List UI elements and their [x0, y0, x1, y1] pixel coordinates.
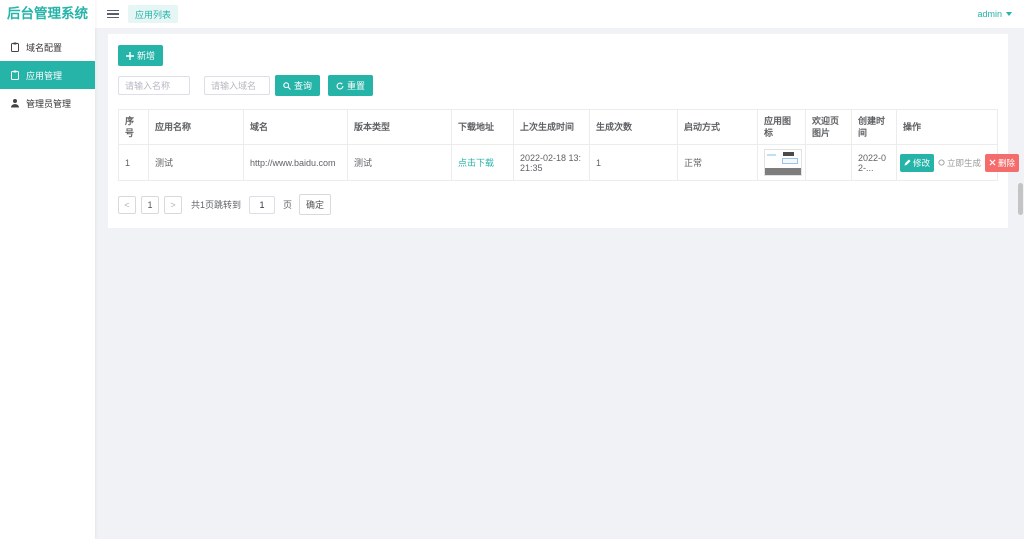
username-label: admin	[977, 9, 1002, 19]
cell-actions: 修改 立即生成	[897, 145, 998, 181]
clipboard-icon	[10, 42, 20, 52]
sidebar-menu: 域名配置 应用管理 管理员管理	[0, 28, 95, 117]
reset-button[interactable]: 重置	[328, 75, 373, 96]
sidebar-item-domain-config[interactable]: 域名配置	[0, 33, 95, 61]
sidebar-item-app-management[interactable]: 应用管理	[0, 61, 95, 89]
col-app-icon: 应用图标	[758, 110, 806, 145]
pagination: < 1 > 共1页跳转到 页 确定	[118, 194, 998, 215]
refresh-icon	[336, 82, 344, 90]
cell-generate-count: 1	[590, 145, 678, 181]
cell-app-icon	[758, 145, 806, 181]
x-icon	[989, 159, 996, 166]
col-version-type: 版本类型	[348, 110, 452, 145]
prev-page-button[interactable]: <	[118, 196, 136, 214]
add-row: 新增	[118, 45, 998, 66]
add-button-label: 新增	[137, 49, 155, 62]
cell-version-type: 测试	[348, 145, 452, 181]
scrollbar-thumb[interactable]	[1018, 183, 1023, 215]
col-app-name: 应用名称	[149, 110, 244, 145]
col-domain: 域名	[244, 110, 348, 145]
reset-button-label: 重置	[347, 79, 365, 92]
vertical-scrollbar[interactable]	[1018, 28, 1023, 539]
generate-now-button[interactable]: 立即生成	[937, 154, 982, 172]
sidebar-item-label: 域名配置	[26, 41, 62, 54]
search-button[interactable]: 查询	[275, 75, 320, 96]
app-icon-thumbnail[interactable]	[764, 149, 802, 176]
col-welcome-image: 欢迎页图片	[806, 110, 852, 145]
cell-created: 2022-02-...	[852, 145, 897, 181]
cell-app-name: 测试	[149, 145, 244, 181]
col-index: 序号	[119, 110, 149, 145]
add-button[interactable]: 新增	[118, 45, 163, 66]
page-total-label: 共1页跳转到	[191, 198, 241, 211]
search-row: 查询 重置	[118, 75, 998, 96]
user-icon	[10, 98, 20, 108]
sidebar-item-label: 管理员管理	[26, 97, 71, 110]
generate-now-label: 立即生成	[947, 157, 981, 169]
circle-icon	[938, 159, 945, 166]
col-actions: 操作	[897, 110, 998, 145]
next-page-button[interactable]: >	[164, 196, 182, 214]
table-row: 1 测试 http://www.baidu.com 测试 点击下载 2022-0…	[119, 145, 998, 181]
cell-domain: http://www.baidu.com	[244, 145, 348, 181]
breadcrumb-tab-app-list[interactable]: 应用列表	[128, 5, 178, 23]
menu-toggle-icon[interactable]	[107, 10, 119, 19]
col-generate-count: 生成次数	[590, 110, 678, 145]
search-button-label: 查询	[294, 79, 312, 92]
cell-launch-mode: 正常	[678, 145, 758, 181]
confirm-jump-button[interactable]: 确定	[299, 194, 331, 215]
pencil-icon	[904, 159, 911, 166]
cell-download: 点击下载	[452, 145, 514, 181]
chevron-down-icon	[1006, 12, 1012, 16]
col-download: 下载地址	[452, 110, 514, 145]
edit-button-label: 修改	[913, 157, 930, 169]
sidebar: 后台管理系统 域名配置 应用管理 管理员管理	[0, 0, 95, 539]
col-created: 创建时间	[852, 110, 897, 145]
delete-button[interactable]: 删除	[985, 154, 1019, 172]
search-icon	[283, 82, 291, 90]
table-header-row: 序号 应用名称 域名 版本类型 下载地址 上次生成时间 生成次数 启动方式 应用…	[119, 110, 998, 145]
sidebar-item-admin-management[interactable]: 管理员管理	[0, 89, 95, 117]
app-table: 序号 应用名称 域名 版本类型 下载地址 上次生成时间 生成次数 启动方式 应用…	[118, 109, 998, 181]
clipboard-icon	[10, 70, 20, 80]
edit-button[interactable]: 修改	[900, 154, 934, 172]
download-link[interactable]: 点击下载	[458, 158, 494, 168]
cell-welcome-image	[806, 145, 852, 181]
page-jump-input[interactable]	[249, 196, 275, 214]
cell-index: 1	[119, 145, 149, 181]
name-search-input[interactable]	[118, 76, 190, 95]
col-launch-mode: 启动方式	[678, 110, 758, 145]
domain-search-input[interactable]	[204, 76, 270, 95]
delete-button-label: 删除	[998, 157, 1015, 169]
col-last-generated: 上次生成时间	[514, 110, 590, 145]
main-content: 新增 查询 重置	[95, 28, 1024, 539]
app-title: 后台管理系统	[0, 0, 95, 28]
app-list-card: 新增 查询 重置	[108, 34, 1008, 228]
page-unit-label: 页	[283, 198, 292, 211]
page-number-button[interactable]: 1	[141, 196, 159, 214]
user-dropdown[interactable]: admin	[977, 9, 1012, 19]
plus-icon	[126, 52, 134, 60]
topbar: 应用列表 admin	[95, 0, 1024, 28]
cell-last-generated: 2022-02-18 13:21:35	[514, 145, 590, 181]
sidebar-item-label: 应用管理	[26, 69, 62, 82]
